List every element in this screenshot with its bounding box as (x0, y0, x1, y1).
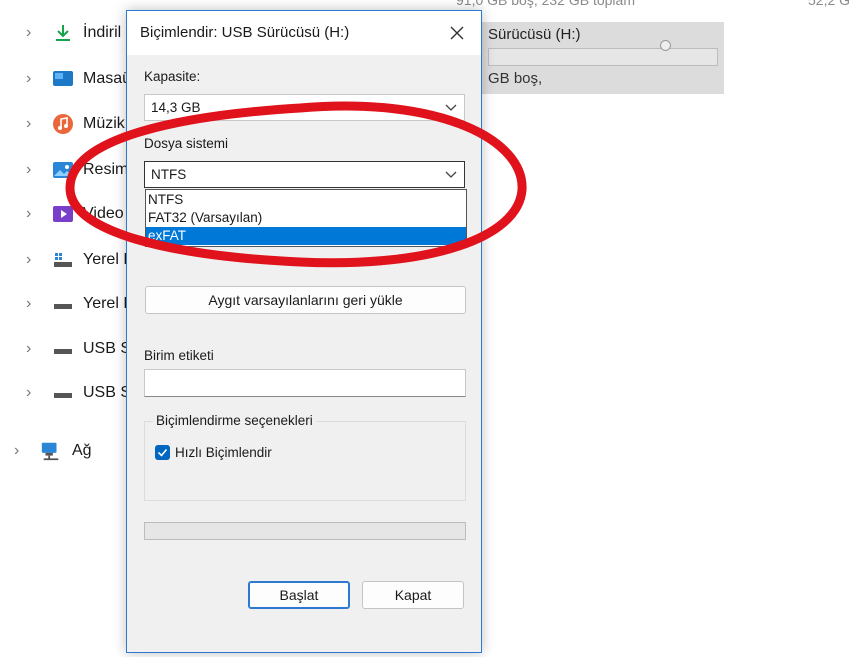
chevron-right-icon[interactable]: › (26, 341, 38, 357)
usb-drive-icon (52, 338, 74, 360)
capacity-select[interactable]: 14,3 GB (144, 94, 465, 121)
network-icon (40, 440, 62, 462)
capacity-value: 14,3 GB (151, 100, 201, 115)
music-icon (52, 113, 74, 135)
close-button[interactable]: Kapat (362, 581, 464, 609)
pictures-icon (52, 159, 74, 181)
nav-item-local-disk[interactable]: › Yerel D (0, 245, 135, 275)
option-ntfs[interactable]: NTFS (146, 191, 466, 209)
format-options-legend: Biçimlendirme seçenekleri (153, 413, 316, 428)
nav-item-label: Video (83, 205, 124, 222)
drive-icon (52, 293, 74, 315)
drive-stats-text-right: 52,2 G (808, 0, 850, 8)
filesystem-label: Dosya sistemi (144, 136, 229, 151)
filesystem-dropdown-list: NTFS FAT32 (Varsayılan) exFAT (145, 189, 467, 247)
option-fat32[interactable]: FAT32 (Varsayılan) (146, 209, 466, 227)
dialog-titlebar[interactable]: Biçimlendir: USB Sürücüsü (H:) (127, 11, 481, 55)
drive-stats-text: 91,0 GB boş, 232 GB toplam (456, 0, 635, 8)
nav-item-drive[interactable]: › Yerel D (0, 289, 135, 319)
nav-item-label: Ağ (72, 442, 92, 459)
chevron-right-icon[interactable]: › (26, 162, 38, 178)
nav-item-label: Müzik (83, 115, 125, 132)
nav-item-downloads[interactable]: › İndiril (0, 18, 130, 48)
chevron-right-icon[interactable]: › (26, 206, 38, 222)
nav-item-label: USB S (83, 340, 132, 357)
nav-item-videos[interactable]: › Video (0, 199, 130, 229)
nav-item-network[interactable]: › Ağ (0, 436, 130, 466)
drive-usage-bar (488, 48, 718, 66)
download-icon (52, 22, 74, 44)
nav-item-label: İndiril (83, 24, 122, 41)
format-progress-bar (144, 522, 466, 540)
nav-item-desktop[interactable]: › Masaü (0, 64, 132, 94)
capacity-label: Kapasite: (144, 69, 201, 84)
nav-item-pictures[interactable]: › Resim (0, 155, 130, 185)
close-icon[interactable] (443, 19, 471, 47)
drive-tile-title: Sürücüsü (H:) (488, 26, 581, 43)
nav-item-music[interactable]: › Müzik (0, 109, 130, 139)
restore-defaults-button[interactable]: Aygıt varsayılanlarını geri yükle (145, 286, 466, 314)
chevron-down-icon (444, 167, 458, 181)
drive-tile-usb[interactable]: Sürücüsü (H:) GB boş, (482, 22, 724, 94)
nav-item-usb-2[interactable]: › USB S (0, 378, 132, 408)
chevron-down-icon (444, 100, 458, 114)
cursor-indicator (660, 40, 671, 51)
chevron-right-icon[interactable]: › (26, 252, 38, 268)
chevron-right-icon[interactable]: › (26, 385, 38, 401)
volume-label-input[interactable] (144, 369, 466, 397)
chevron-right-icon[interactable]: › (26, 71, 38, 87)
nav-item-usb-1[interactable]: › USB S (0, 334, 132, 364)
start-button[interactable]: Başlat (248, 581, 350, 609)
chevron-right-icon[interactable]: › (26, 296, 38, 312)
option-exfat[interactable]: exFAT (146, 227, 466, 245)
videos-icon (52, 203, 74, 225)
quick-format-checkbox[interactable] (155, 445, 170, 460)
chevron-right-icon[interactable]: › (14, 443, 26, 459)
nav-item-label: Resim (83, 161, 129, 178)
volume-label-label: Birim etiketi (144, 348, 214, 363)
format-dialog: Biçimlendir: USB Sürücüsü (H:) Kapasite:… (126, 10, 482, 653)
drive-tile-free: GB boş, (488, 70, 543, 87)
desktop-icon (52, 68, 74, 90)
dialog-title: Biçimlendir: USB Sürücüsü (H:) (140, 24, 350, 41)
chevron-right-icon[interactable]: › (26, 25, 38, 41)
format-options-group: Biçimlendirme seçenekleri Hızlı Biçimlen… (144, 413, 466, 501)
usb-drive-icon (52, 382, 74, 404)
quick-format-label: Hızlı Biçimlendir (175, 445, 272, 460)
filesystem-value: NTFS (151, 167, 187, 182)
nav-item-label: USB S (83, 384, 132, 401)
chevron-right-icon[interactable]: › (26, 116, 38, 132)
filesystem-select[interactable]: NTFS (144, 161, 465, 188)
local-disk-icon (52, 249, 74, 271)
nav-item-label: Masaü (83, 70, 132, 87)
